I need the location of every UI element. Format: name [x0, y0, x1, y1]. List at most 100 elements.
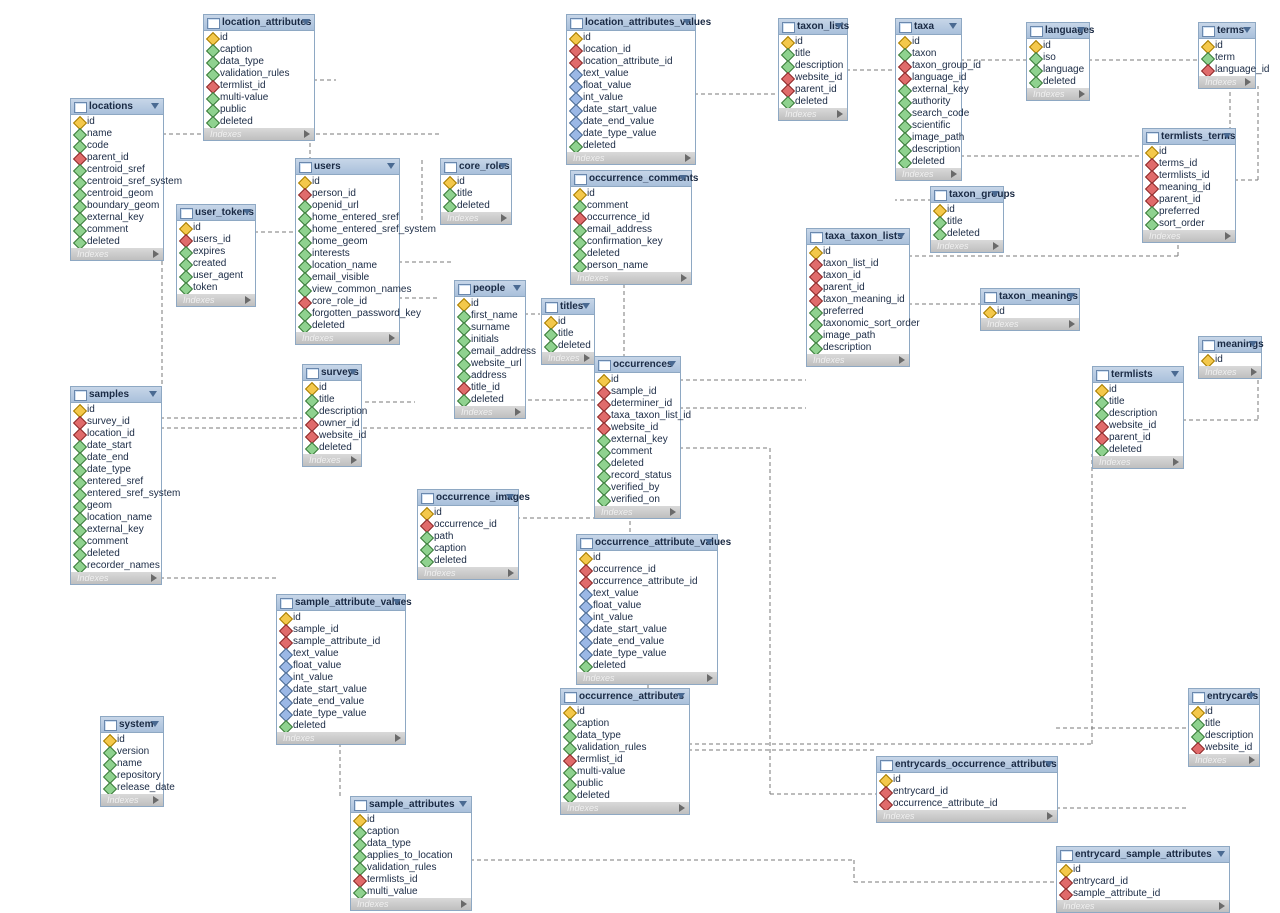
table-header[interactable]: sample_attribute_values: [277, 595, 405, 611]
collapse-arrow-icon[interactable]: [835, 23, 843, 29]
indexes-section[interactable]: Indexes: [1189, 754, 1259, 766]
table-header[interactable]: people: [455, 281, 525, 297]
table-header[interactable]: occurrence_comments: [571, 171, 691, 187]
expand-arrow-icon[interactable]: [1079, 90, 1085, 98]
expand-arrow-icon[interactable]: [899, 356, 905, 364]
expand-arrow-icon[interactable]: [245, 296, 251, 304]
expand-arrow-icon[interactable]: [1047, 812, 1053, 820]
indexes-section[interactable]: Indexes: [1143, 230, 1235, 242]
indexes-section[interactable]: Indexes: [303, 454, 361, 466]
table-header[interactable]: termlists: [1093, 367, 1183, 383]
table-termlists[interactable]: termlistsidtitledescriptionwebsite_idpar…: [1092, 366, 1184, 469]
expand-arrow-icon[interactable]: [1225, 232, 1231, 240]
expand-arrow-icon[interactable]: [1251, 368, 1257, 376]
table-termlists_terms[interactable]: termlists_termsidterms_idtermlists_idmea…: [1142, 128, 1236, 243]
indexes-section[interactable]: Indexes: [807, 354, 909, 366]
expand-arrow-icon[interactable]: [153, 796, 159, 804]
table-header[interactable]: occurrence_images: [418, 490, 518, 506]
table-header[interactable]: user_tokens: [177, 205, 255, 221]
expand-arrow-icon[interactable]: [153, 250, 159, 258]
table-taxon_meanings[interactable]: taxon_meaningsidIndexes: [980, 288, 1080, 331]
collapse-arrow-icon[interactable]: [1171, 371, 1179, 377]
expand-arrow-icon[interactable]: [685, 154, 691, 162]
table-core_roles[interactable]: core_rolesidtitledeletedIndexes: [440, 158, 512, 225]
expand-arrow-icon[interactable]: [304, 130, 310, 138]
table-occurrence_comments[interactable]: occurrence_commentsidcommentoccurrence_i…: [570, 170, 692, 285]
expand-arrow-icon[interactable]: [1219, 902, 1225, 910]
indexes-section[interactable]: Indexes: [561, 802, 689, 814]
indexes-section[interactable]: Indexes: [1199, 76, 1255, 88]
table-sample_attribute_values[interactable]: sample_attribute_valuesidsample_idsample…: [276, 594, 406, 745]
collapse-arrow-icon[interactable]: [949, 23, 957, 29]
table-header[interactable]: core_roles: [441, 159, 511, 175]
indexes-section[interactable]: Indexes: [296, 332, 399, 344]
table-meanings[interactable]: meaningsidIndexes: [1198, 336, 1262, 379]
expand-arrow-icon[interactable]: [951, 170, 957, 178]
table-header[interactable]: users: [296, 159, 399, 175]
indexes-section[interactable]: Indexes: [595, 506, 680, 518]
table-header[interactable]: taxon_meanings: [981, 289, 1079, 305]
table-entrycards_occurrence_attributes[interactable]: entrycards_occurrence_attributesidentryc…: [876, 756, 1058, 823]
indexes-section[interactable]: Indexes: [567, 152, 695, 164]
collapse-arrow-icon[interactable]: [582, 303, 590, 309]
collapse-arrow-icon[interactable]: [668, 361, 676, 367]
table-header[interactable]: taxon_groups: [931, 187, 1003, 203]
table-occurrence_attribute_values[interactable]: occurrence_attribute_valuesidoccurrence_…: [576, 534, 718, 685]
indexes-section[interactable]: Indexes: [101, 794, 163, 806]
table-header[interactable]: occurrence_attributes: [561, 689, 689, 705]
expand-arrow-icon[interactable]: [993, 242, 999, 250]
indexes-section[interactable]: Indexes: [1027, 88, 1089, 100]
collapse-arrow-icon[interactable]: [149, 391, 157, 397]
collapse-arrow-icon[interactable]: [897, 233, 905, 239]
collapse-arrow-icon[interactable]: [1045, 761, 1053, 767]
indexes-section[interactable]: Indexes: [1093, 456, 1183, 468]
indexes-section[interactable]: Indexes: [571, 272, 691, 284]
collapse-arrow-icon[interactable]: [679, 175, 687, 181]
indexes-section[interactable]: Indexes: [542, 352, 594, 364]
expand-arrow-icon[interactable]: [351, 456, 357, 464]
table-header[interactable]: titles: [542, 299, 594, 315]
table-entrycards[interactable]: entrycardsidtitledescriptionwebsite_idIn…: [1188, 688, 1260, 767]
table-taxon_lists[interactable]: taxon_listsidtitledescriptionwebsite_idp…: [778, 18, 848, 121]
collapse-arrow-icon[interactable]: [705, 539, 713, 545]
indexes-section[interactable]: Indexes: [71, 572, 161, 584]
table-header[interactable]: occurrences: [595, 357, 680, 373]
table-header[interactable]: sample_attributes: [351, 797, 471, 813]
expand-arrow-icon[interactable]: [1173, 458, 1179, 466]
expand-arrow-icon[interactable]: [461, 900, 467, 908]
table-surveys[interactable]: surveysidtitledescriptionowner_idwebsite…: [302, 364, 362, 467]
collapse-arrow-icon[interactable]: [677, 693, 685, 699]
table-titles[interactable]: titlesidtitledeletedIndexes: [541, 298, 595, 365]
expand-arrow-icon[interactable]: [515, 408, 521, 416]
table-location_attributes[interactable]: location_attributesidcaptiondata_typeval…: [203, 14, 315, 141]
table-header[interactable]: entrycard_sample_attributes: [1057, 847, 1229, 863]
expand-arrow-icon[interactable]: [389, 334, 395, 342]
expand-arrow-icon[interactable]: [1249, 756, 1255, 764]
table-header[interactable]: system: [101, 717, 163, 733]
collapse-arrow-icon[interactable]: [349, 369, 357, 375]
table-samples[interactable]: samplesidsurvey_idlocation_iddate_startd…: [70, 386, 162, 585]
table-header[interactable]: occurrence_attribute_values: [577, 535, 717, 551]
expand-arrow-icon[interactable]: [395, 734, 401, 742]
table-header[interactable]: taxa: [896, 19, 961, 35]
collapse-arrow-icon[interactable]: [1249, 341, 1257, 347]
indexes-section[interactable]: Indexes: [71, 248, 163, 260]
indexes-section[interactable]: Indexes: [418, 567, 518, 579]
table-header[interactable]: meanings: [1199, 337, 1261, 353]
table-entrycard_sample_attributes[interactable]: entrycard_sample_attributesidentrycard_i…: [1056, 846, 1230, 913]
collapse-arrow-icon[interactable]: [393, 599, 401, 605]
table-languages[interactable]: languagesidisolanguagedeletedIndexes: [1026, 22, 1090, 101]
table-taxon_groups[interactable]: taxon_groupsidtitledeletedIndexes: [930, 186, 1004, 253]
collapse-arrow-icon[interactable]: [302, 19, 310, 25]
collapse-arrow-icon[interactable]: [991, 191, 999, 197]
expand-arrow-icon[interactable]: [1245, 78, 1251, 86]
table-system[interactable]: systemidversionnamerepositoryrelease_dat…: [100, 716, 164, 807]
indexes-section[interactable]: Indexes: [981, 318, 1079, 330]
table-users[interactable]: usersidperson_idopenid_urlhome_entered_s…: [295, 158, 400, 345]
collapse-arrow-icon[interactable]: [1247, 693, 1255, 699]
indexes-section[interactable]: Indexes: [1199, 366, 1261, 378]
expand-arrow-icon[interactable]: [1069, 320, 1075, 328]
expand-arrow-icon[interactable]: [707, 674, 713, 682]
indexes-section[interactable]: Indexes: [455, 406, 525, 418]
collapse-arrow-icon[interactable]: [151, 103, 159, 109]
